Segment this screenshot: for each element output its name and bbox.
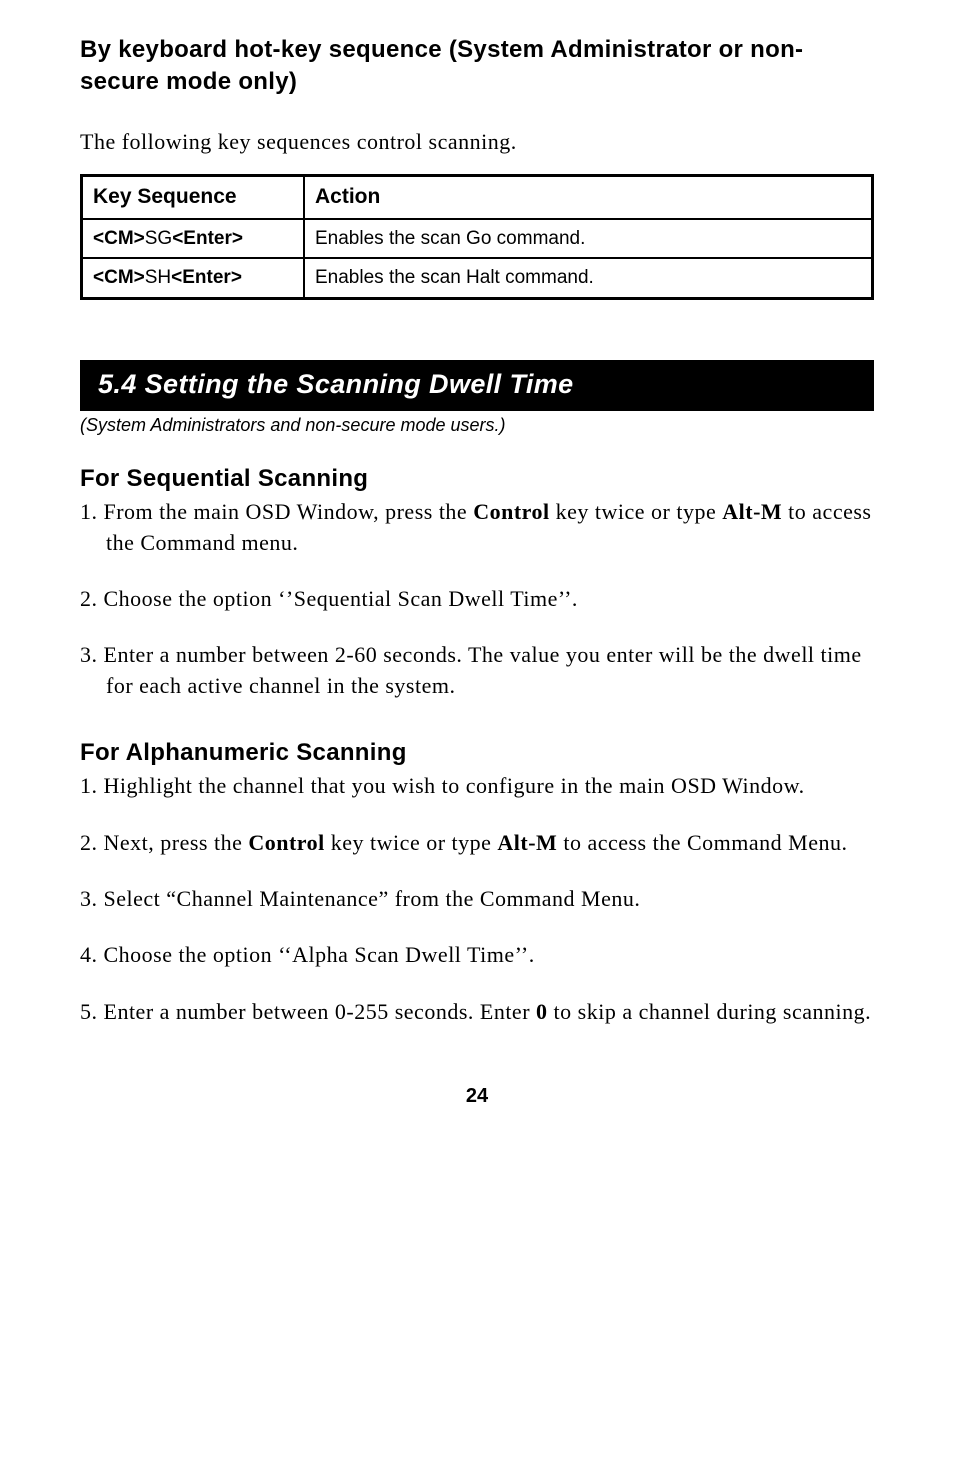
step-text: Choose the option ‘’Sequential Scan Dwel… — [104, 586, 578, 611]
page-container: By keyboard hot-key sequence (System Adm… — [0, 0, 954, 1150]
section-subtitle: (System Administrators and non-secure mo… — [80, 413, 874, 437]
table-cell-key-sequence: <CM>SH<Enter> — [82, 258, 305, 298]
intro-paragraph: The following key sequences control scan… — [80, 127, 874, 157]
table-cell-action: Enables the scan Halt command. — [304, 258, 873, 298]
step-text: Alt-M — [497, 830, 557, 855]
list-item: 2. Next, press the Control key twice or … — [80, 828, 874, 858]
step-number: 5. — [80, 999, 104, 1024]
subheading-alphanumeric: For Alphanumeric Scanning — [80, 737, 874, 769]
seq-mid: SH — [145, 267, 171, 288]
step-number: 1. — [80, 499, 104, 524]
table-row: <CM>SG<Enter> Enables the scan Go comman… — [82, 219, 873, 259]
step-number: 2. — [80, 830, 104, 855]
step-number: 3. — [80, 886, 104, 911]
list-item: 3. Select “Channel Maintenance” from the… — [80, 884, 874, 914]
list-item: 2. Choose the option ‘’Sequential Scan D… — [80, 584, 874, 614]
seq-bold-post: <Enter> — [171, 267, 242, 288]
step-number: 1. — [80, 773, 104, 798]
seq-mid: SG — [145, 228, 172, 249]
table-header-row: Key Sequence Action — [82, 176, 873, 219]
step-text: From the main OSD Window, press the — [104, 499, 474, 524]
step-text: Enter a number between 2-60 seconds. The… — [104, 642, 862, 697]
list-item: 1. From the main OSD Window, press the C… — [80, 497, 874, 558]
step-text: Highlight the channel that you wish to c… — [104, 773, 805, 798]
seq-bold-pre: <CM> — [93, 228, 145, 249]
step-number: 3. — [80, 642, 104, 667]
section-title-bar: 5.4 Setting the Scanning Dwell Time — [80, 360, 874, 410]
step-text: Alt-M — [722, 499, 782, 524]
sequential-steps-list: 1. From the main OSD Window, press the C… — [80, 497, 874, 701]
step-text: Select “Channel Maintenance” from the Co… — [104, 886, 641, 911]
list-item: 3. Enter a number between 2-60 seconds. … — [80, 640, 874, 701]
step-text: to access the Command Menu. — [557, 830, 847, 855]
step-text: Choose the option ‘‘Alpha Scan Dwell Tim… — [104, 942, 535, 967]
table-header-key-sequence: Key Sequence — [82, 176, 305, 219]
step-number: 2. — [80, 586, 104, 611]
list-item: 1. Highlight the channel that you wish t… — [80, 771, 874, 801]
seq-bold-pre: <CM> — [93, 267, 145, 288]
list-item: 4. Choose the option ‘‘Alpha Scan Dwell … — [80, 940, 874, 970]
seq-bold-post: <Enter> — [172, 228, 243, 249]
step-text: Control — [473, 499, 549, 524]
list-item: 5. Enter a number between 0-255 seconds.… — [80, 997, 874, 1027]
step-number: 4. — [80, 942, 104, 967]
step-text: to skip a channel during scanning. — [548, 999, 872, 1024]
step-text: Control — [248, 830, 324, 855]
page-number: 24 — [80, 1083, 874, 1110]
table-row: <CM>SH<Enter> Enables the scan Halt comm… — [82, 258, 873, 298]
step-text: Enter a number between 0-255 seconds. En… — [104, 999, 537, 1024]
table-cell-action: Enables the scan Go command. — [304, 219, 873, 259]
section-heading-hotkey: By keyboard hot-key sequence (System Adm… — [80, 34, 874, 99]
step-text: Next, press the — [104, 830, 249, 855]
alphanumeric-steps-list: 1. Highlight the channel that you wish t… — [80, 771, 874, 1027]
step-text: key twice or type — [325, 830, 498, 855]
subheading-sequential: For Sequential Scanning — [80, 463, 874, 495]
table-cell-key-sequence: <CM>SG<Enter> — [82, 219, 305, 259]
step-text: key twice or type — [550, 499, 723, 524]
table-header-action: Action — [304, 176, 873, 219]
step-text: 0 — [536, 999, 548, 1024]
hotkey-table: Key Sequence Action <CM>SG<Enter> Enable… — [80, 174, 874, 300]
